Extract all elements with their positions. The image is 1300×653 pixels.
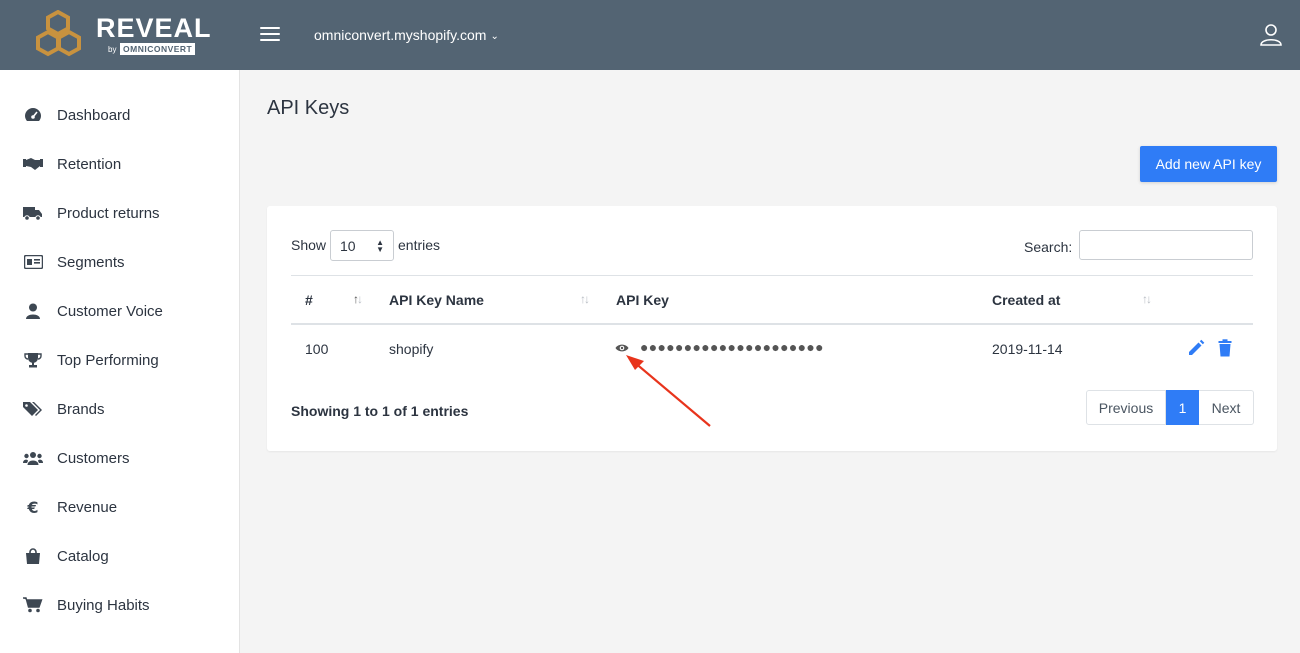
- sidebar-item-top-performing[interactable]: Top Performing: [0, 340, 240, 380]
- sidebar-item-dashboard[interactable]: Dashboard: [0, 95, 240, 135]
- show-label: Show: [291, 237, 327, 253]
- previous-page-button[interactable]: Previous: [1086, 390, 1166, 425]
- cell-created: 2019-11-14: [992, 341, 1063, 357]
- pencil-icon[interactable]: [1187, 339, 1205, 357]
- column-header-name[interactable]: API Key Name: [389, 292, 484, 308]
- table-info: Showing 1 to 1 of 1 entries: [291, 403, 469, 419]
- sidebar-item-label: Customer Voice: [57, 302, 163, 320]
- sidebar-item-label: Revenue: [57, 498, 118, 516]
- sidebar-item-label: Catalog: [57, 547, 109, 565]
- truck-icon: [23, 203, 43, 223]
- store-name: omniconvert.myshopify.com: [314, 27, 487, 43]
- pagination: Previous 1 Next: [1086, 390, 1254, 425]
- user-account-icon[interactable]: [1259, 22, 1283, 46]
- menu-toggle-icon[interactable]: [260, 27, 280, 43]
- sort-icon[interactable]: ↑↓: [1142, 292, 1152, 306]
- sidebar-item-revenue[interactable]: € Revenue: [0, 487, 240, 527]
- trophy-icon: [23, 350, 43, 370]
- hexagon-logo-icon: [36, 10, 81, 57]
- sidebar-item-customer-voice[interactable]: Customer Voice: [0, 291, 240, 331]
- tags-icon: [23, 399, 43, 419]
- page-title: API Keys: [267, 97, 350, 119]
- search-input[interactable]: [1079, 230, 1253, 260]
- reveal-logo[interactable]: REVEAL by OMNICONVERT: [36, 10, 211, 62]
- sort-icon[interactable]: ↑↓: [580, 292, 590, 306]
- page-size-value: 10: [340, 238, 356, 254]
- column-header-key: API Key: [616, 292, 669, 308]
- logo-by: by: [108, 45, 117, 54]
- add-api-key-button[interactable]: Add new API key: [1140, 146, 1277, 182]
- table-header-border: [291, 323, 1253, 325]
- store-selector[interactable]: omniconvert.myshopify.com ⌄: [314, 27, 499, 43]
- id-card-icon: [23, 252, 43, 272]
- users-icon: [23, 448, 43, 468]
- eye-icon[interactable]: [615, 343, 629, 353]
- shopping-bag-icon: [23, 546, 43, 566]
- column-header-id[interactable]: #: [305, 292, 313, 308]
- cart-icon: [23, 595, 43, 615]
- sidebar-item-segments[interactable]: Segments: [0, 242, 240, 282]
- table-top-border: [291, 275, 1253, 276]
- sidebar-item-customers[interactable]: Customers: [0, 438, 240, 478]
- masked-api-key: ●●●●●●●●●●●●●●●●●●●●●: [640, 339, 824, 355]
- sidebar-item-label: Dashboard: [57, 106, 131, 124]
- sidebar-item-catalog[interactable]: Catalog: [0, 536, 240, 576]
- page-1-button[interactable]: 1: [1166, 390, 1199, 425]
- gauge-icon: [23, 105, 43, 125]
- cell-id: 100: [305, 341, 329, 357]
- sidebar: Dashboard Retention Product returns Segm…: [0, 70, 240, 653]
- sidebar-item-label: Segments: [57, 253, 125, 271]
- trash-icon[interactable]: [1217, 339, 1233, 357]
- logo-text: REVEAL: [96, 13, 212, 43]
- select-arrows-icon: ▲ ▼: [376, 238, 384, 254]
- sidebar-item-label: Customers: [57, 449, 130, 467]
- sidebar-item-buying-habits[interactable]: Buying Habits: [0, 585, 240, 625]
- sort-icon[interactable]: ↑↓: [353, 292, 363, 306]
- sidebar-item-label: Retention: [57, 155, 122, 173]
- sidebar-item-label: Buying Habits: [57, 596, 150, 614]
- handshake-icon: [23, 154, 43, 174]
- sidebar-item-label: Product returns: [57, 204, 160, 222]
- page-size-select[interactable]: 10 ▲ ▼: [330, 230, 394, 261]
- sidebar-item-label: Top Performing: [57, 351, 159, 369]
- api-keys-card: Show 10 ▲ ▼ entries Search: # ↑↓ API Key …: [267, 206, 1277, 451]
- entries-label: entries: [398, 237, 441, 253]
- user-icon: [23, 301, 43, 321]
- cell-name: shopify: [389, 341, 434, 357]
- top-header: REVEAL by OMNICONVERT omniconvert.myshop…: [0, 0, 1300, 70]
- next-page-button[interactable]: Next: [1199, 390, 1254, 425]
- logo-brand: OMNICONVERT: [120, 43, 196, 55]
- sidebar-item-label: Brands: [57, 400, 105, 418]
- sidebar-item-retention[interactable]: Retention: [0, 144, 240, 184]
- search-label: Search:: [1024, 239, 1073, 255]
- chevron-down-icon: ⌄: [490, 31, 499, 42]
- sidebar-item-brands[interactable]: Brands: [0, 389, 240, 429]
- sidebar-item-product-returns[interactable]: Product returns: [0, 193, 240, 233]
- column-header-created[interactable]: Created at: [992, 292, 1060, 308]
- euro-icon: €: [27, 497, 39, 517]
